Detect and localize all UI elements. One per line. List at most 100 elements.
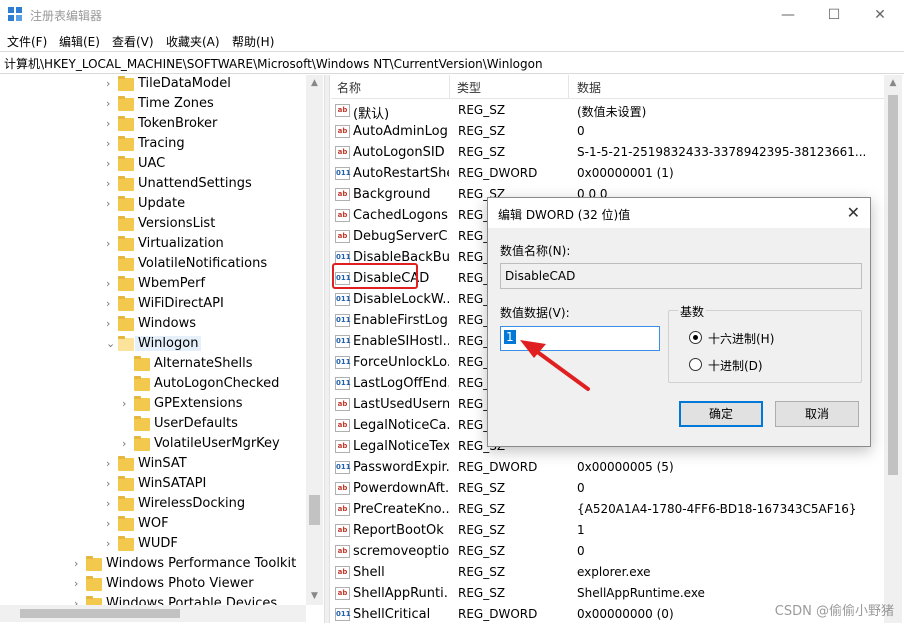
scroll-up-icon[interactable]: ▲ — [884, 75, 902, 92]
list-item[interactable]: abAutoAdminLog... REG_SZ 0 — [331, 121, 885, 142]
list-item[interactable]: ab PreCreateKno... REG_SZ {A520A1A4-1780-4F… — [331, 499, 885, 520]
tree-item[interactable]: › UnattendSettings — [0, 175, 306, 195]
tree-item[interactable]: › UAC — [0, 155, 306, 175]
chevron-right-icon[interactable]: › — [106, 477, 116, 490]
menu-view[interactable]: 查看(V) — [112, 33, 154, 50]
folder-icon — [118, 296, 134, 311]
menu-edit[interactable]: 编辑(E) — [59, 33, 100, 50]
chevron-right-icon[interactable]: › — [106, 117, 116, 130]
tree-item[interactable]: AlternateShells — [0, 355, 306, 375]
tree-item-label: VersionsList — [138, 216, 216, 231]
column-divider[interactable] — [568, 75, 569, 99]
tree-item[interactable]: VolatileNotifications — [0, 255, 306, 275]
chevron-right-icon[interactable]: › — [106, 537, 116, 550]
chevron-right-icon[interactable]: › — [106, 297, 116, 310]
chevron-right-icon[interactable]: › — [106, 517, 116, 530]
chevron-right-icon[interactable]: › — [122, 437, 132, 450]
chevron-right-icon[interactable]: › — [74, 577, 84, 590]
scroll-up-icon[interactable]: ▲ — [306, 75, 323, 92]
tree-item[interactable]: › Virtualization — [0, 235, 306, 255]
chevron-right-icon[interactable]: › — [106, 177, 116, 190]
menu-help[interactable]: 帮助(H) — [232, 33, 274, 50]
minimize-button[interactable]: — — [765, 0, 811, 30]
value-name: ReportBootOk — [353, 523, 444, 538]
list-item[interactable]: ab Shell REG_SZ explorer.exe — [331, 562, 885, 583]
chevron-right-icon[interactable]: › — [106, 277, 116, 290]
tree-item[interactable]: › WinSATAPI — [0, 475, 306, 495]
list-item[interactable]: ab ReportBootOk REG_SZ 1 — [331, 520, 885, 541]
folder-icon — [118, 456, 134, 471]
chevron-right-icon[interactable]: › — [122, 397, 132, 410]
tree-item[interactable]: › Time Zones — [0, 95, 306, 115]
value-name: EnableFirstLog... — [353, 313, 449, 328]
list-item[interactable]: 011AutoRestartShell REG_DWORD 0x00000001 (… — [331, 163, 885, 184]
chevron-right-icon[interactable]: › — [106, 157, 116, 170]
list-item[interactable]: ab (默认) REG_SZ (数值未设置) — [331, 100, 885, 122]
tree-scroll-thumb[interactable] — [309, 495, 320, 525]
column-name[interactable]: 名称 — [337, 79, 361, 96]
value-data-text[interactable]: 1 — [504, 330, 516, 344]
value-name: DisableLockW... — [353, 292, 449, 307]
tree-item[interactable]: › Windows Photo Viewer — [0, 575, 306, 595]
list-item[interactable]: ab AutoLogonSID REG_SZ S-1-5-21-2519832433-… — [331, 142, 885, 163]
chevron-right-icon[interactable]: › — [106, 137, 116, 150]
tree-item[interactable]: › TileDataModel — [0, 75, 306, 95]
tree-item[interactable]: › VolatileUserMgrKey — [0, 435, 306, 455]
address-bar[interactable]: 计算机\HKEY_LOCAL_MACHINE\SOFTWARE\Microsof… — [0, 51, 904, 74]
radio-decimal[interactable] — [689, 358, 702, 371]
tree-item[interactable]: › Windows Performance Toolkit — [0, 555, 306, 575]
column-type[interactable]: 类型 — [457, 79, 481, 96]
tree-horizontal-scrollbar[interactable] — [0, 605, 306, 622]
tree-item[interactable]: › WiFiDirectAPI — [0, 295, 306, 315]
tree-item[interactable]: › Update — [0, 195, 306, 215]
address-path[interactable]: 计算机\HKEY_LOCAL_MACHINE\SOFTWARE\Microsof… — [4, 55, 543, 72]
radio-hexadecimal-label[interactable]: 十六进制(H) — [708, 330, 774, 347]
tree-item[interactable]: › WirelessDocking — [0, 495, 306, 515]
ok-button[interactable]: 确定 — [679, 401, 763, 427]
list-item[interactable]: 011 PasswordExpir... REG_DWORD 0x00000005 (… — [331, 457, 885, 478]
string-value-icon: ab — [335, 398, 350, 411]
pane-splitter[interactable] — [324, 75, 330, 623]
value-data-input[interactable]: 1 — [500, 326, 660, 351]
tree-item[interactable]: VersionsList — [0, 215, 306, 235]
tree-item[interactable]: ⌄ Winlogon — [0, 335, 306, 355]
chevron-right-icon[interactable]: › — [106, 237, 116, 250]
cancel-button[interactable]: 取消 — [775, 401, 859, 427]
tree-item[interactable]: AutoLogonChecked — [0, 375, 306, 395]
tree-item[interactable]: UserDefaults — [0, 415, 306, 435]
string-value-icon: ab — [335, 188, 350, 201]
tree-item[interactable]: › TokenBroker — [0, 115, 306, 135]
list-scroll-thumb[interactable] — [888, 95, 898, 475]
chevron-right-icon[interactable]: › — [106, 317, 116, 330]
chevron-right-icon[interactable]: › — [106, 97, 116, 110]
column-data[interactable]: 数据 — [577, 79, 601, 96]
chevron-right-icon[interactable]: › — [106, 497, 116, 510]
dialog-close-icon[interactable]: ✕ — [847, 203, 860, 222]
tree-item[interactable]: › WbemPerf — [0, 275, 306, 295]
list-vertical-scrollbar[interactable]: ▲ — [884, 75, 902, 623]
chevron-right-icon[interactable]: › — [74, 557, 84, 570]
tree-item[interactable]: › WOF — [0, 515, 306, 535]
column-divider[interactable] — [449, 75, 450, 99]
radio-hexadecimal[interactable] — [689, 331, 702, 344]
scroll-down-icon[interactable]: ▼ — [306, 588, 323, 605]
tree-item[interactable]: › Windows — [0, 315, 306, 335]
tree-hscroll-thumb[interactable] — [20, 609, 180, 618]
tree-vertical-scrollbar[interactable]: ▲ ▼ — [306, 75, 323, 605]
list-item[interactable]: ab scremoveoption REG_SZ 0 — [331, 541, 885, 562]
tree-item[interactable]: › GPExtensions — [0, 395, 306, 415]
tree-item[interactable]: › WUDF — [0, 535, 306, 555]
radio-decimal-label[interactable]: 十进制(D) — [708, 357, 763, 374]
menu-file[interactable]: 文件(F) — [7, 33, 47, 50]
close-button[interactable]: ✕ — [857, 0, 903, 30]
chevron-right-icon[interactable]: › — [106, 77, 116, 90]
tree-item[interactable]: › Tracing — [0, 135, 306, 155]
maximize-button[interactable]: ☐ — [811, 0, 857, 30]
chevron-right-icon[interactable]: › — [106, 197, 116, 210]
tree-item[interactable]: › WinSAT — [0, 455, 306, 475]
menu-favorites[interactable]: 收藏夹(A) — [166, 33, 220, 50]
chevron-right-icon[interactable]: › — [106, 457, 116, 470]
chevron-down-icon[interactable]: ⌄ — [106, 337, 116, 350]
list-item[interactable]: ab PowerdownAft... REG_SZ 0 — [331, 478, 885, 499]
value-data: 0x00000000 (0) — [577, 607, 674, 621]
